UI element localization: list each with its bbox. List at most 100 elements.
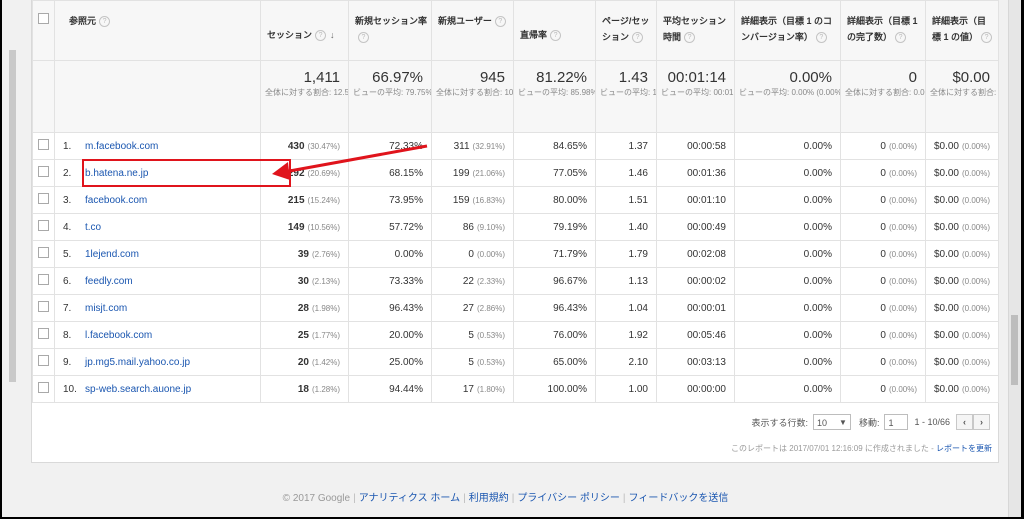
source-link[interactable]: m.facebook.com	[85, 141, 158, 152]
table-row[interactable]: 3. facebook.com 215 (15.24%) 73.95% 159 (16.83…	[32, 186, 999, 214]
table-row[interactable]: 9. jp.mg5.mail.yahoo.co.jp 20 (1.42%) 25.00%…	[32, 348, 999, 376]
table-row[interactable]: 8. l.facebook.com 25 (1.77%) 20.00% 5 (0.53%) 7…	[32, 321, 999, 349]
header-sessions[interactable]: セッション? ↓	[260, 0, 349, 61]
pages-per-session-cell: 1.46	[595, 159, 657, 187]
help-icon[interactable]: ?	[895, 32, 907, 44]
next-page-button[interactable]: ›	[973, 414, 990, 430]
row-checkbox[interactable]	[38, 382, 49, 393]
left-panel-scrollbar[interactable]	[9, 50, 16, 382]
help-icon[interactable]: ?	[358, 32, 369, 44]
new-session-rate-cell: 73.33%	[348, 267, 432, 295]
source-link[interactable]: l.facebook.com	[85, 330, 152, 341]
total-value: 945	[479, 69, 505, 86]
table-row[interactable]: 10. sp-web.search.auone.jp 18 (1.28%) 94.44%…	[32, 375, 999, 403]
sessions-value: 28	[297, 302, 309, 314]
help-icon[interactable]: ?	[981, 32, 993, 44]
goal-value-cell: $0.00 (0.00%)	[925, 267, 999, 295]
sessions-cell: 39 (2.76%)	[260, 240, 349, 268]
footer-link-privacy[interactable]: プライバシー ポリシー	[517, 493, 620, 504]
table-row[interactable]: 1. m.facebook.com 430 (30.47%) 72.33% 311 (32.…	[32, 132, 999, 160]
source-link[interactable]: feedly.com	[85, 276, 133, 287]
window-scrollbar[interactable]	[1008, 0, 1021, 517]
total-note: ビューの平均: 1.33 (8.05%)	[600, 88, 657, 97]
row-checkbox[interactable]	[38, 274, 49, 285]
copyright-text: © 2017 Google	[282, 493, 351, 504]
source-link[interactable]: sp-web.search.auone.jp	[85, 384, 191, 395]
row-checkbox[interactable]	[38, 193, 49, 204]
goal-completions-cell: 0 (0.00%)	[840, 240, 926, 268]
row-checkbox[interactable]	[38, 328, 49, 339]
totals-cell: 00:01:14 ビューの平均: 00:01:10 (5.52%)	[656, 60, 735, 133]
footer-link-feedback[interactable]: フィードバックを送信	[629, 493, 729, 504]
footer-link-analytics-home[interactable]: アナリティクス ホーム	[359, 493, 460, 504]
footer-link-terms[interactable]: 利用規約	[469, 493, 509, 504]
row-checkbox[interactable]	[38, 220, 49, 231]
source-link[interactable]: misjt.com	[85, 303, 127, 314]
header-avg-session-duration[interactable]: 平均セッション時間?	[656, 0, 735, 61]
row-checkbox[interactable]	[38, 355, 49, 366]
total-value: 00:01:14	[667, 69, 726, 86]
source-cell: 10. sp-web.search.auone.jp	[54, 375, 261, 403]
select-all-checkbox[interactable]	[38, 13, 49, 24]
goal-value-cell: $0.00 (0.00%)	[925, 213, 999, 241]
help-icon[interactable]: ?	[550, 30, 562, 42]
header-goal1-completions[interactable]: 詳細表示（目標 1 の完了数）?	[840, 0, 926, 61]
new-users-cell: 27 (2.86%)	[431, 294, 514, 322]
help-icon[interactable]: ?	[315, 30, 327, 42]
goal-conversion-cell: 0.00%	[734, 294, 841, 322]
goal-value-percent: (0.00%)	[961, 384, 990, 394]
goal-conversion-cell: 0.00%	[734, 159, 841, 187]
row-checkbox-cell	[32, 132, 55, 160]
goal-value-percent: (0.00%)	[961, 195, 990, 205]
prev-page-button[interactable]: ‹	[956, 414, 973, 430]
goto-page-input[interactable]: 1	[884, 414, 909, 430]
header-bounce-rate[interactable]: 直帰率?	[513, 0, 596, 61]
help-icon[interactable]: ?	[632, 32, 644, 44]
source-link[interactable]: 1lejend.com	[85, 249, 139, 260]
new-users-percent: (9.10%)	[476, 222, 505, 232]
header-new-session-rate[interactable]: 新規セッション率?	[348, 0, 432, 61]
row-index: 10.	[63, 383, 77, 395]
dropdown-caret-icon: ▼	[839, 418, 847, 427]
new-users-cell: 5 (0.53%)	[431, 348, 514, 376]
row-checkbox[interactable]	[38, 166, 49, 177]
new-users-value: 17	[462, 383, 474, 395]
header-new-users[interactable]: 新規ユーザー?	[431, 0, 514, 61]
help-icon[interactable]: ?	[815, 32, 827, 44]
header-goal1-value[interactable]: 詳細表示（目標 1 の値）?	[925, 0, 999, 61]
goal-value-cell: $0.00 (0.00%)	[925, 375, 999, 403]
table-row[interactable]: 7. misjt.com 28 (1.98%) 96.43% 27 (2.86%) 96.43…	[32, 294, 999, 322]
table-row[interactable]: 5. 1lejend.com 39 (2.76%) 0.00% 0 (0.00%) 71.79…	[32, 240, 999, 268]
row-checkbox[interactable]	[38, 301, 49, 312]
source-link[interactable]: jp.mg5.mail.yahoo.co.jp	[85, 357, 190, 368]
row-checkbox[interactable]	[38, 247, 49, 258]
sessions-percent: (2.76%)	[311, 249, 340, 259]
source-cell: 9. jp.mg5.mail.yahoo.co.jp	[54, 348, 261, 376]
source-cell: 7. misjt.com	[54, 294, 261, 322]
help-icon[interactable]: ?	[494, 16, 506, 28]
rows-per-page-select[interactable]: 10 ▼	[812, 414, 851, 430]
help-icon[interactable]: ?	[684, 32, 696, 44]
total-value: 0	[908, 69, 917, 86]
total-note: 全体に対する割合: 0.00% ($0.00)	[930, 88, 998, 97]
dimension-header[interactable]: 参照元?	[54, 0, 261, 61]
header-goal1-conversion-rate[interactable]: 詳細表示（目標 1 のコンバージョン率）?	[734, 0, 841, 61]
new-session-rate-cell: 96.43%	[348, 294, 432, 322]
source-link[interactable]: t.co	[85, 222, 101, 233]
row-checkbox[interactable]	[38, 139, 49, 150]
scrollbar-thumb[interactable]	[1011, 315, 1018, 385]
new-session-rate-cell: 25.00%	[348, 348, 432, 376]
source-link[interactable]: facebook.com	[85, 195, 147, 206]
table-row[interactable]: 6. feedly.com 30 (2.13%) 73.33% 22 (2.33%) 96.6…	[32, 267, 999, 295]
table-row[interactable]: 4. t.co 149 (10.56%) 57.72% 86 (9.10%) 79.19% 1.…	[32, 213, 999, 241]
header-row: 参照元? セッション? ↓ 新規セッション率? 新規ユーザー? 直帰率? ページ/…	[32, 0, 999, 61]
sessions-percent: (10.56%)	[307, 222, 340, 232]
refresh-report-link[interactable]: レポートを更新	[936, 444, 992, 453]
help-icon[interactable]: ?	[99, 16, 111, 28]
footer-separator: |	[622, 493, 626, 504]
sessions-value: 18	[297, 383, 309, 395]
new-users-cell: 5 (0.53%)	[431, 321, 514, 349]
sort-desc-icon[interactable]: ↓	[330, 30, 335, 40]
pages-per-session-cell: 1.51	[595, 186, 657, 214]
header-pages-per-session[interactable]: ページ/セッション?	[595, 0, 657, 61]
